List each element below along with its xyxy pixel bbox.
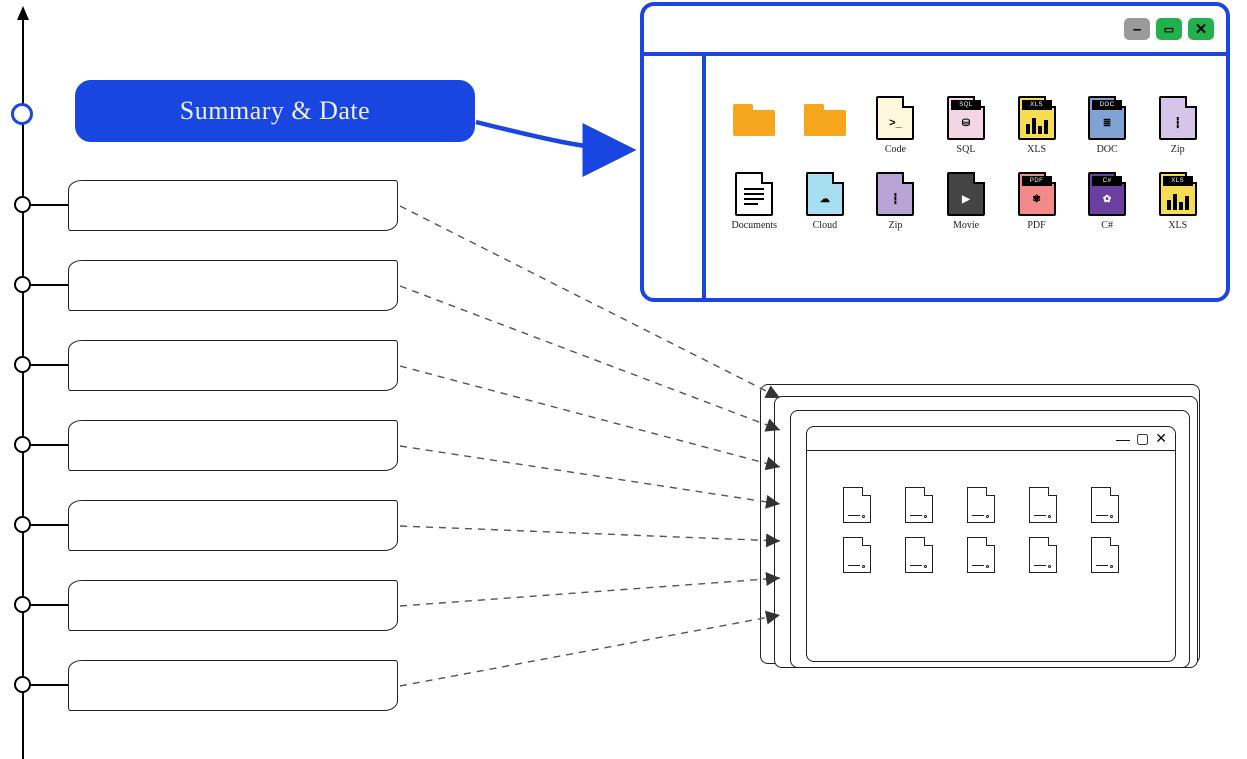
file-browser-window: – ▭ ✕ >_ Code SQL⛁ SQL XLS XLS DOC≣ DOC ┇ Zip Docu… [640, 2, 1230, 302]
file-icon: C#✿ [1088, 172, 1126, 216]
timeline-connector [30, 604, 68, 606]
file-label: C# [1101, 220, 1113, 232]
close-button[interactable]: ✕ [1188, 18, 1214, 40]
summary-title: Summary & Date [180, 96, 370, 126]
file-icon: SQL⛁ [947, 96, 985, 140]
file-label: PDF [1027, 220, 1045, 232]
file-movie[interactable]: ▶ Movie [940, 172, 993, 232]
file-label: Code [885, 144, 906, 156]
folder-icon [804, 104, 846, 136]
timeline-entry [68, 500, 398, 551]
maximize-button[interactable]: ▭ [1156, 18, 1182, 40]
timeline-node [14, 356, 31, 373]
file-label: DOC [1097, 144, 1118, 156]
file-label: XLS [1027, 144, 1046, 156]
file-pdf[interactable]: PDF✾ PDF [1010, 172, 1063, 232]
sketch-doc [843, 487, 871, 523]
file-icon: DOC≣ [1088, 96, 1126, 140]
file-folder[interactable] [799, 96, 852, 156]
timeline-node [14, 676, 31, 693]
file-xls[interactable]: XLS XLS [1010, 96, 1063, 156]
sketch-doc [1091, 487, 1119, 523]
timeline-node-summary [11, 103, 33, 125]
timeline-entry [68, 340, 398, 391]
sketch-doc [905, 487, 933, 523]
window-sidebar [644, 56, 706, 298]
timeline-entry [68, 180, 398, 231]
file-icon: ☁ [806, 172, 844, 216]
timeline-node [14, 596, 31, 613]
timeline-connector [30, 364, 68, 366]
sketch-doc [843, 537, 871, 573]
timeline-entry [68, 580, 398, 631]
file-label: Documents [732, 220, 778, 232]
file-icon: >_ [876, 96, 914, 140]
timeline-connector [30, 284, 68, 286]
timeline-node [14, 196, 31, 213]
sketch-doc [967, 487, 995, 523]
folder-icon [733, 104, 775, 136]
file-icon: XLS [1018, 96, 1056, 140]
sketch-doc [905, 537, 933, 573]
timeline-entry [68, 260, 398, 311]
file-icon [735, 172, 773, 216]
file-documents[interactable]: Documents [728, 172, 781, 232]
timeline-entry [68, 660, 398, 711]
file-icon: ▶ [947, 172, 985, 216]
file-zip[interactable]: ┇ Zip [1151, 96, 1204, 156]
file-label: Cloud [813, 220, 837, 232]
file-icon: XLS [1159, 172, 1197, 216]
timeline-node [14, 436, 31, 453]
sketch-file-grid [807, 451, 1175, 591]
sketch-doc [1029, 537, 1057, 573]
file-label: SQL [957, 144, 976, 156]
file-xls[interactable]: XLS XLS [1151, 172, 1204, 232]
window-titlebar: – ▭ ✕ [644, 6, 1226, 56]
file-folder[interactable] [728, 96, 781, 156]
minimize-button[interactable]: – [1124, 18, 1150, 40]
sketch-doc [967, 537, 995, 573]
file-c#[interactable]: C#✿ C# [1081, 172, 1134, 232]
timeline-connector [30, 684, 68, 686]
window-content: >_ Code SQL⛁ SQL XLS XLS DOC≣ DOC ┇ Zip Documents ☁… [706, 56, 1226, 298]
file-label: Zip [888, 220, 902, 232]
file-code[interactable]: >_ Code [869, 96, 922, 156]
file-label: XLS [1168, 220, 1187, 232]
sketch-doc [1091, 537, 1119, 573]
file-icon: ┇ [876, 172, 914, 216]
file-icon: PDF✾ [1018, 172, 1056, 216]
timeline-node [14, 516, 31, 533]
file-sql[interactable]: SQL⛁ SQL [940, 96, 993, 156]
file-grid: >_ Code SQL⛁ SQL XLS XLS DOC≣ DOC ┇ Zip Documents ☁… [728, 96, 1204, 232]
diagram-canvas: Summary & Date – ▭ ✕ >_CodeSQL⛁SQLXLSXLS… [0, 0, 1247, 749]
timeline-entry [68, 420, 398, 471]
sketch-doc [1029, 487, 1057, 523]
timeline-connector [30, 524, 68, 526]
file-label: Zip [1171, 144, 1185, 156]
stacked-window-front: — ▢ ✕ [806, 426, 1176, 662]
timeline-connector [30, 444, 68, 446]
file-label: Movie [953, 220, 979, 232]
file-doc[interactable]: DOC≣ DOC [1081, 96, 1134, 156]
timeline-node [14, 276, 31, 293]
file-cloud[interactable]: ☁ Cloud [799, 172, 852, 232]
sketch-maximize-icon[interactable]: ▢ [1136, 430, 1149, 447]
sketch-minimize-icon[interactable]: — [1116, 431, 1130, 447]
sketch-titlebar: — ▢ ✕ [807, 427, 1175, 451]
file-icon: ┇ [1159, 96, 1197, 140]
timeline-connector [30, 204, 68, 206]
sketch-close-icon[interactable]: ✕ [1155, 430, 1167, 447]
file-zip[interactable]: ┇ Zip [869, 172, 922, 232]
summary-date-bar: Summary & Date [75, 80, 475, 142]
